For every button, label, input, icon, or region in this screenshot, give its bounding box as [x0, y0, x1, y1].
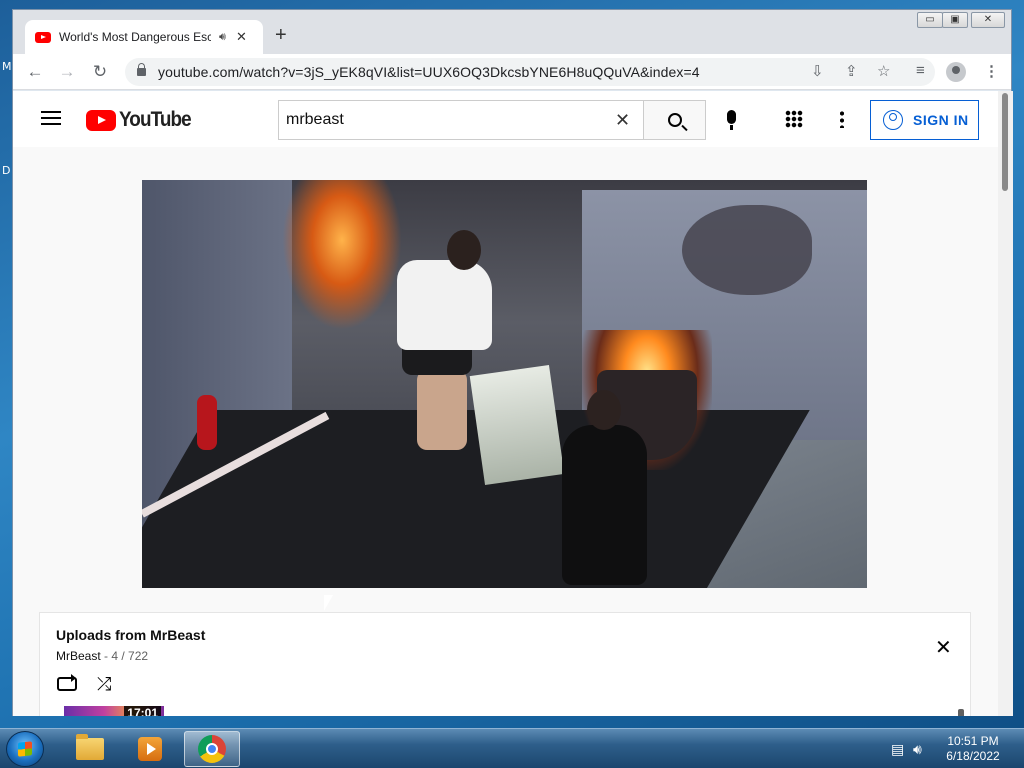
search-icon: [667, 113, 682, 127]
logo-text: YouTube: [119, 108, 192, 131]
clock-date: 6/18/2022: [946, 749, 1000, 763]
system-clock[interactable]: 10:51 PM 6/18/2022: [930, 734, 1016, 764]
media-player-icon: [138, 737, 162, 761]
playlist-title[interactable]: Uploads from MrBeast: [56, 627, 205, 643]
close-window-button[interactable]: ✕: [971, 12, 1005, 28]
menu-icon[interactable]: [41, 111, 61, 125]
clear-search-icon[interactable]: ✕: [615, 110, 630, 131]
chrome-icon: [198, 735, 226, 763]
title-bar: ▭ ▣ ✕ World's Most Dangerous Esc 🔊︎ ✕ +: [13, 10, 1011, 54]
taskbar-chrome[interactable]: [184, 731, 240, 767]
loop-icon[interactable]: [57, 674, 77, 691]
share-icon[interactable]: ⇪: [845, 62, 858, 80]
settings-menu-icon[interactable]: [840, 110, 844, 128]
close-tab-icon[interactable]: ✕: [236, 29, 247, 45]
volume-icon[interactable]: 🔊︎: [913, 741, 922, 758]
taskbar-media-player[interactable]: [122, 731, 178, 767]
youtube-play-icon: [86, 109, 116, 131]
youtube-logo[interactable]: YouTube: [86, 108, 199, 132]
taskbar: ▤ 🔊︎ 10:51 PM 6/18/2022: [0, 728, 1024, 768]
close-playlist-icon[interactable]: ✕: [935, 635, 952, 660]
page-scrollbar[interactable]: [998, 91, 1013, 716]
new-tab-button[interactable]: +: [275, 24, 287, 47]
video-frame-fire: [282, 180, 402, 330]
apps-grid-icon[interactable]: [785, 110, 803, 128]
url-text: youtube.com/watch?v=3jS_yEK8qVI&list=UUX…: [158, 64, 700, 80]
playlist-item-thumbnail[interactable]: 17:01: [64, 706, 164, 716]
page-scrollbar-thumb[interactable]: [1002, 93, 1008, 191]
playlist-panel: Uploads from MrBeast MrBeast - 4 / 722 ✕…: [39, 612, 971, 716]
install-app-icon[interactable]: ⇩: [811, 62, 824, 80]
video-frame-person: [392, 230, 492, 460]
playlist-position: 4 / 722: [111, 649, 149, 663]
account-icon: [883, 110, 903, 130]
youtube-favicon-icon: [35, 31, 51, 43]
mouse-cursor-icon: [323, 594, 334, 612]
media-control-icon[interactable]: ≡: [916, 62, 925, 79]
speaker-icon[interactable]: 🔊︎: [219, 31, 226, 44]
desktop-edge-text: D: [2, 164, 11, 177]
back-icon[interactable]: ←: [23, 60, 47, 84]
video-frame-extinguisher: [197, 395, 217, 450]
start-button[interactable]: [6, 731, 44, 767]
browser-toolbar: ← → ↻ youtube.com/watch?v=3jS_yEK8qVI&li…: [13, 54, 1011, 90]
tab-title: World's Most Dangerous Esc: [59, 30, 211, 44]
shuffle-icon[interactable]: ⤮: [97, 674, 111, 695]
duration-badge: 17:01: [124, 706, 161, 716]
network-icon[interactable]: ▤: [891, 741, 904, 758]
sign-in-button[interactable]: SIGN IN: [870, 100, 979, 140]
microphone-icon[interactable]: [727, 110, 736, 130]
profile-avatar-icon[interactable]: [946, 62, 966, 82]
minimize-button[interactable]: ▭: [917, 12, 943, 28]
bookmark-star-icon[interactable]: ☆: [877, 62, 890, 80]
video-frame-logo: [682, 205, 812, 295]
browser-tab[interactable]: World's Most Dangerous Esc 🔊︎ ✕: [25, 20, 263, 54]
search-query: mrbeast: [286, 111, 344, 128]
lock-icon[interactable]: [137, 63, 146, 76]
chrome-menu-icon[interactable]: ⋮: [984, 62, 999, 80]
chrome-window: ▭ ▣ ✕ World's Most Dangerous Esc 🔊︎ ✕ + …: [12, 9, 1013, 716]
forward-icon[interactable]: →: [55, 60, 79, 84]
search-input[interactable]: mrbeast ✕: [278, 100, 643, 140]
playlist-meta: MrBeast - 4 / 722: [56, 649, 148, 663]
folder-icon: [76, 734, 104, 760]
clock-time: 10:51 PM: [947, 734, 999, 748]
taskbar-explorer[interactable]: [62, 731, 118, 767]
search-button[interactable]: [643, 100, 706, 140]
desktop-edge-text: M: [2, 60, 12, 73]
playlist-channel[interactable]: MrBeast: [56, 649, 101, 663]
restore-button[interactable]: ▣: [942, 12, 968, 28]
playlist-separator: -: [100, 649, 112, 663]
youtube-header: YouTube mrbeast ✕ SIGN IN: [13, 91, 998, 147]
sign-in-label: SIGN IN: [913, 112, 969, 128]
video-player[interactable]: [142, 180, 867, 588]
youtube-page: YouTube mrbeast ✕ SIGN IN Uploads from M…: [13, 91, 998, 716]
reload-icon[interactable]: ↻: [88, 60, 112, 84]
video-frame-person: [542, 390, 647, 588]
playlist-scrollbar[interactable]: [958, 709, 964, 716]
